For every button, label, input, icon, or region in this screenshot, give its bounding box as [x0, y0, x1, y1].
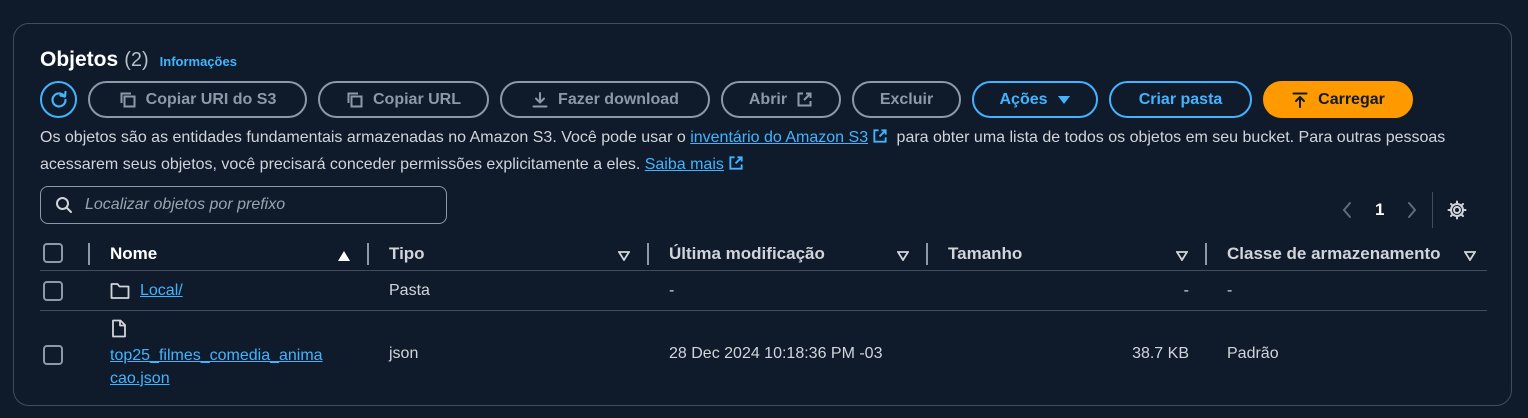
sort-desc-icon[interactable]	[1463, 248, 1477, 266]
object-type: json	[389, 345, 419, 362]
sort-asc-icon[interactable]	[338, 248, 350, 266]
toolbar: Copiar URI do S3 Copiar URL Fazer downlo…	[40, 81, 1424, 118]
copy-icon	[119, 91, 137, 109]
external-link-icon	[796, 91, 813, 108]
copy-url-button[interactable]: Copiar URL	[318, 81, 489, 118]
actions-dropdown[interactable]: Ações	[972, 81, 1098, 118]
sort-desc-icon[interactable]	[896, 248, 910, 266]
actions-label: Ações	[999, 90, 1048, 108]
object-storage-class: Padrão	[1227, 345, 1279, 362]
download-label: Fazer download	[558, 90, 679, 108]
object-name-line2[interactable]: cao.json	[110, 370, 170, 387]
objects-table: Nome Tipo Última modificação Tamanho Cla…	[40, 237, 1487, 397]
copy-s3-uri-label: Copiar URI do S3	[145, 90, 277, 108]
create-folder-button[interactable]: Criar pasta	[1109, 81, 1252, 118]
row-checkbox[interactable]	[43, 281, 63, 301]
upload-button[interactable]: Carregar	[1263, 81, 1413, 118]
object-name-link[interactable]: Local/	[140, 282, 183, 300]
object-name-link[interactable]: top25_filmes_comedia_anima cao.json	[110, 344, 323, 390]
chevron-left-icon[interactable]	[1341, 201, 1353, 219]
column-divider	[926, 243, 928, 265]
external-link-icon	[872, 127, 888, 152]
column-divider	[367, 243, 369, 265]
refresh-icon	[50, 90, 67, 108]
folder-icon	[110, 282, 130, 305]
description-text: Os objetos são as entidades fundamentais…	[40, 125, 1480, 179]
column-header-modified[interactable]: Última modificação	[669, 237, 825, 271]
panel-title: Objetos	[40, 48, 119, 71]
table-row[interactable]: top25_filmes_comedia_anima cao.json json…	[40, 311, 1487, 397]
open-label: Abrir	[748, 90, 788, 108]
pager-divider	[1432, 192, 1434, 228]
sort-desc-icon[interactable]	[1175, 248, 1189, 266]
select-all-checkbox[interactable]	[43, 243, 63, 263]
table-header: Nome Tipo Última modificação Tamanho Cla…	[40, 237, 1487, 271]
object-storage-class: -	[1227, 282, 1233, 299]
objects-panel: Objetos (2) Informações Copiar URI do S3…	[13, 23, 1512, 406]
settings-gear-icon[interactable]	[1447, 200, 1467, 220]
object-modified: 28 Dec 2024 10:18:36 PM -03	[669, 345, 883, 362]
panel-header: Objetos (2) Informações	[40, 48, 237, 72]
object-type: Pasta	[389, 282, 430, 299]
file-icon	[111, 319, 127, 343]
search-icon	[55, 196, 73, 214]
row-checkbox[interactable]	[43, 345, 63, 365]
object-size: -	[1183, 282, 1189, 299]
object-size: 38.7 KB	[1132, 345, 1189, 362]
column-divider	[647, 243, 649, 265]
search-box[interactable]	[40, 186, 447, 224]
refresh-button[interactable]	[40, 81, 77, 118]
object-count: (2)	[124, 49, 149, 71]
column-header-storage-class[interactable]: Classe de armazenamento	[1227, 237, 1441, 271]
column-header-name[interactable]: Nome	[110, 237, 157, 271]
copy-s3-uri-button[interactable]: Copiar URI do S3	[88, 81, 307, 118]
delete-label: Excluir	[879, 90, 934, 108]
external-link-icon	[728, 154, 744, 179]
download-button[interactable]: Fazer download	[500, 81, 710, 118]
open-button[interactable]: Abrir	[721, 81, 841, 118]
search-input[interactable]	[85, 196, 425, 214]
object-name-line1[interactable]: top25_filmes_comedia_anima	[110, 347, 323, 364]
chevron-right-icon[interactable]	[1406, 201, 1418, 219]
column-header-type[interactable]: Tipo	[389, 237, 425, 271]
s3-inventory-link[interactable]: inventário do Amazon S3	[690, 129, 868, 146]
current-page[interactable]: 1	[1375, 200, 1384, 220]
column-divider	[88, 243, 90, 265]
column-header-size[interactable]: Tamanho	[948, 237, 1022, 271]
description-part1: Os objetos são as entidades fundamentais…	[40, 129, 691, 146]
object-modified: -	[669, 282, 675, 299]
create-folder-label: Criar pasta	[1138, 90, 1223, 108]
delete-button[interactable]: Excluir	[852, 81, 961, 118]
upload-icon	[1291, 91, 1309, 109]
info-link[interactable]: Informações	[160, 54, 237, 69]
download-icon	[531, 91, 549, 109]
copy-icon	[346, 91, 364, 109]
pagination: 1	[1341, 192, 1467, 228]
learn-more-link[interactable]: Saiba mais	[645, 156, 724, 173]
column-divider	[1205, 243, 1207, 265]
copy-url-label: Copiar URL	[373, 90, 461, 108]
caret-down-icon	[1057, 95, 1071, 105]
sort-desc-icon[interactable]	[617, 248, 631, 266]
upload-label: Carregar	[1318, 90, 1385, 108]
table-row[interactable]: Local/ Pasta - - -	[40, 271, 1487, 311]
